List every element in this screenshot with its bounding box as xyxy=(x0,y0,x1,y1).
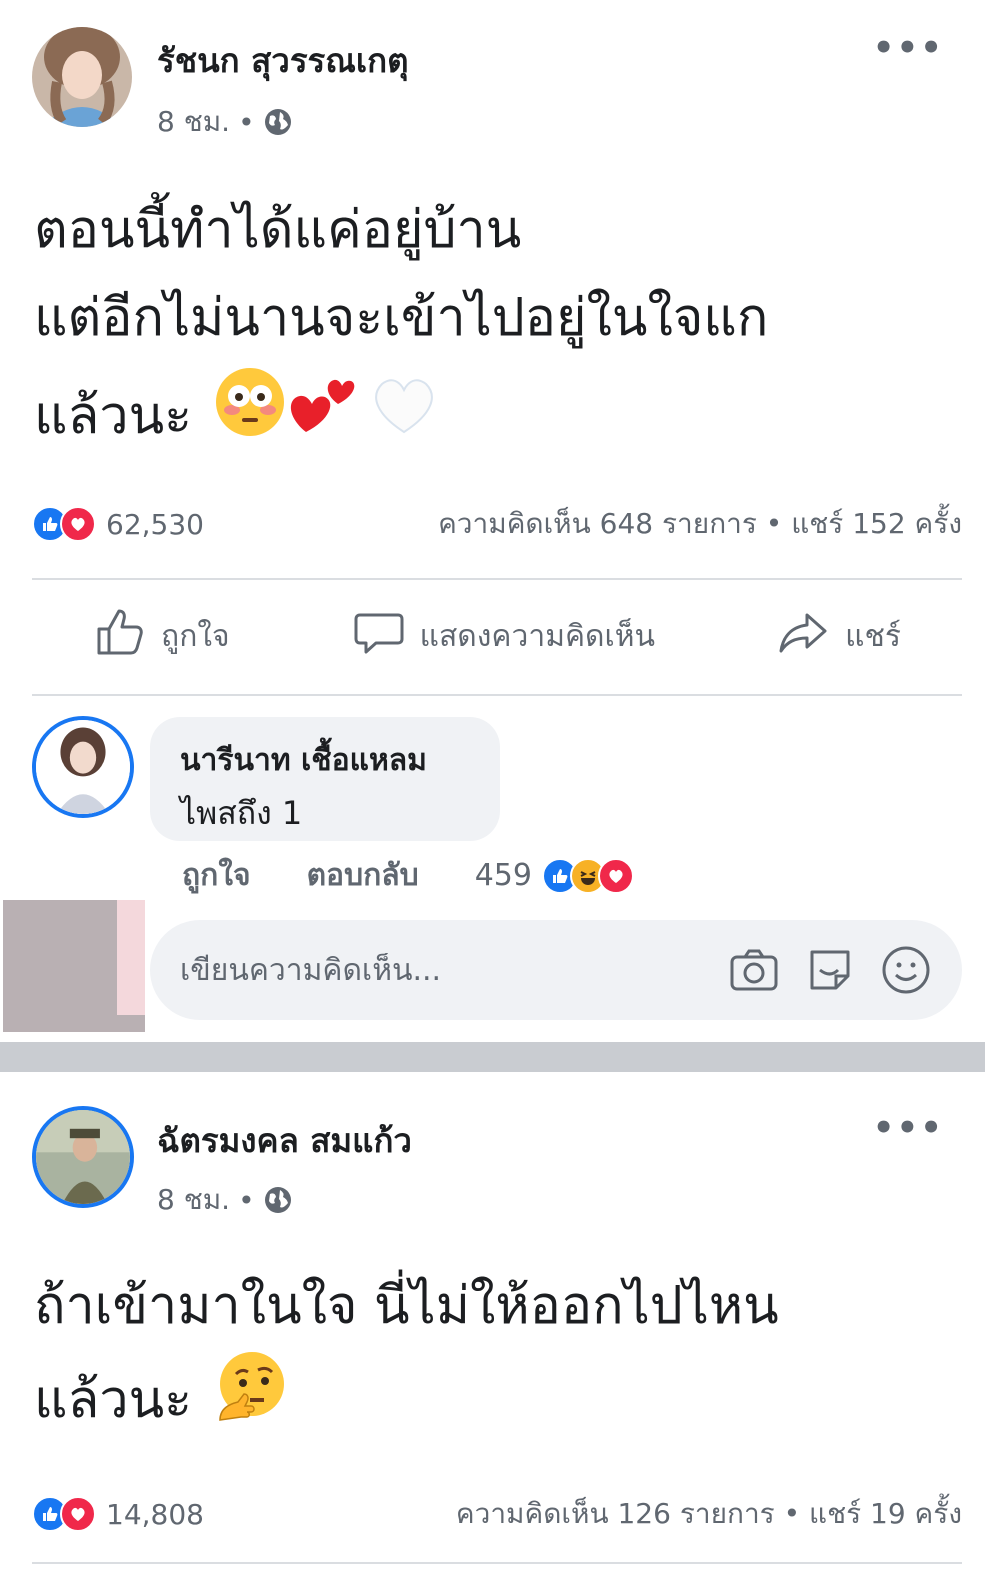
sticker-icon[interactable] xyxy=(804,944,856,996)
divider xyxy=(32,1562,962,1564)
comment-like-button[interactable]: ถูกใจ xyxy=(182,852,251,899)
comment-label: แสดงความคิดเห็น xyxy=(419,618,656,654)
comments-shares-count[interactable]: ความคิดเห็น 648 รายการ • แชร์ 152 ครั้ง xyxy=(438,502,962,546)
globe-icon xyxy=(263,107,293,137)
smiley-icon[interactable] xyxy=(880,944,932,996)
meta-separator: • xyxy=(238,1183,255,1217)
love-reaction-icon xyxy=(60,1496,96,1532)
flushed-face-emoji xyxy=(214,366,286,465)
post-separator xyxy=(0,1042,985,1072)
share-button[interactable]: แชร์ xyxy=(777,605,901,667)
commenter-avatar[interactable] xyxy=(32,716,134,818)
post-text-line-emoji: แล้วนะ xyxy=(34,362,768,469)
post-actions: ถูกใจ แสดงความคิดเห็น แชร์ xyxy=(32,605,962,667)
blurred-avatar xyxy=(3,900,145,1032)
write-comment-box xyxy=(150,920,962,1020)
meta-separator: • xyxy=(238,105,255,139)
post-time[interactable]: 8 ชม. xyxy=(157,100,230,144)
author-name[interactable]: รัชนก สุวรรณเกตุ xyxy=(157,34,409,87)
love-reaction-icon xyxy=(597,857,634,894)
comment-text: ไพสถึง 1 xyxy=(180,794,303,832)
comment-bubble-icon xyxy=(352,605,406,667)
reaction-count[interactable]: 62,530 xyxy=(106,508,204,541)
post-time[interactable]: 8 ชม. xyxy=(157,1178,230,1222)
comment-bubble: นารีนาท เชื้อแหลม ไพสถึง 1 xyxy=(150,717,500,841)
two-hearts-emoji xyxy=(286,362,366,469)
post-meta: 8 ชม. • xyxy=(157,100,293,144)
comment-reaction-stack[interactable] xyxy=(541,857,634,894)
white-heart-emoji xyxy=(366,364,442,467)
reaction-count[interactable]: 14,808 xyxy=(106,1498,204,1531)
post-text: ถ้าเข้ามาในใจ นี่ไม่ให้ออกไปไหน แล้วนะ xyxy=(34,1262,779,1449)
comment-author[interactable]: นารีนาท เชื้อแหลม xyxy=(180,737,470,784)
post-text-segment: แล้วนะ xyxy=(34,1369,193,1430)
more-options-icon[interactable]: ••• xyxy=(873,1108,944,1148)
thinking-face-emoji xyxy=(214,1350,286,1449)
post-text-line-emoji: แล้วนะ xyxy=(34,1350,779,1449)
camera-icon[interactable] xyxy=(728,944,780,996)
post-text: ตอนนี้ทำได้แค่อยู่บ้าน แต่อีกไม่นานจะเข้… xyxy=(34,186,768,469)
comments-shares-count[interactable]: ความคิดเห็น 126 รายการ • แชร์ 19 ครั้ง xyxy=(456,1492,962,1536)
comment-button[interactable]: แสดงความคิดเห็น xyxy=(352,605,655,667)
post-meta: 8 ชม. • xyxy=(157,1178,293,1222)
globe-icon xyxy=(263,1185,293,1215)
author-name[interactable]: ฉัตรมงคล สมแก้ว xyxy=(157,1114,412,1167)
post-stats: 14,808 ความคิดเห็น 126 รายการ • แชร์ 19 … xyxy=(32,1492,962,1536)
love-reaction-icon xyxy=(60,506,96,542)
post-text-line: แต่อีกไม่นานจะเข้าไปอยู่ในใจแก xyxy=(34,288,769,348)
divider xyxy=(32,578,962,580)
divider xyxy=(32,694,962,696)
post-text-segment: แล้วนะ xyxy=(34,385,193,446)
post-text-line: ถ้าเข้ามาในใจ นี่ไม่ให้ออกไปไหน xyxy=(34,1276,779,1336)
comment-reply-button[interactable]: ตอบกลับ xyxy=(307,852,419,899)
post-card: รัชนก สุวรรณเกตุ 8 ชม. • ••• ตอนนี้ทำได้… xyxy=(0,0,1000,1042)
post-card: ฉัตรมงคล สมแก้ว 8 ชม. • ••• ถ้าเข้ามาในใ… xyxy=(0,1072,1000,1595)
share-arrow-icon xyxy=(777,605,831,667)
author-avatar[interactable] xyxy=(32,27,132,127)
like-label: ถูกใจ xyxy=(161,618,230,654)
thumbs-up-icon xyxy=(93,605,147,667)
like-button[interactable]: ถูกใจ xyxy=(93,605,230,667)
post-stats: 62,530 ความคิดเห็น 648 รายการ • แชร์ 152… xyxy=(32,502,962,546)
author-avatar[interactable] xyxy=(32,1106,134,1208)
write-comment-input[interactable] xyxy=(180,952,728,988)
comment-reaction-count[interactable]: 459 xyxy=(475,858,532,893)
post-text-line: ตอนนี้ทำได้แค่อยู่บ้าน xyxy=(34,200,522,260)
reaction-stack[interactable] xyxy=(32,506,96,542)
comment-actions: ถูกใจ ตอบกลับ 459 xyxy=(182,852,634,899)
reaction-stack[interactable] xyxy=(32,1496,96,1532)
share-label: แชร์ xyxy=(845,618,901,654)
more-options-icon[interactable]: ••• xyxy=(873,28,944,68)
